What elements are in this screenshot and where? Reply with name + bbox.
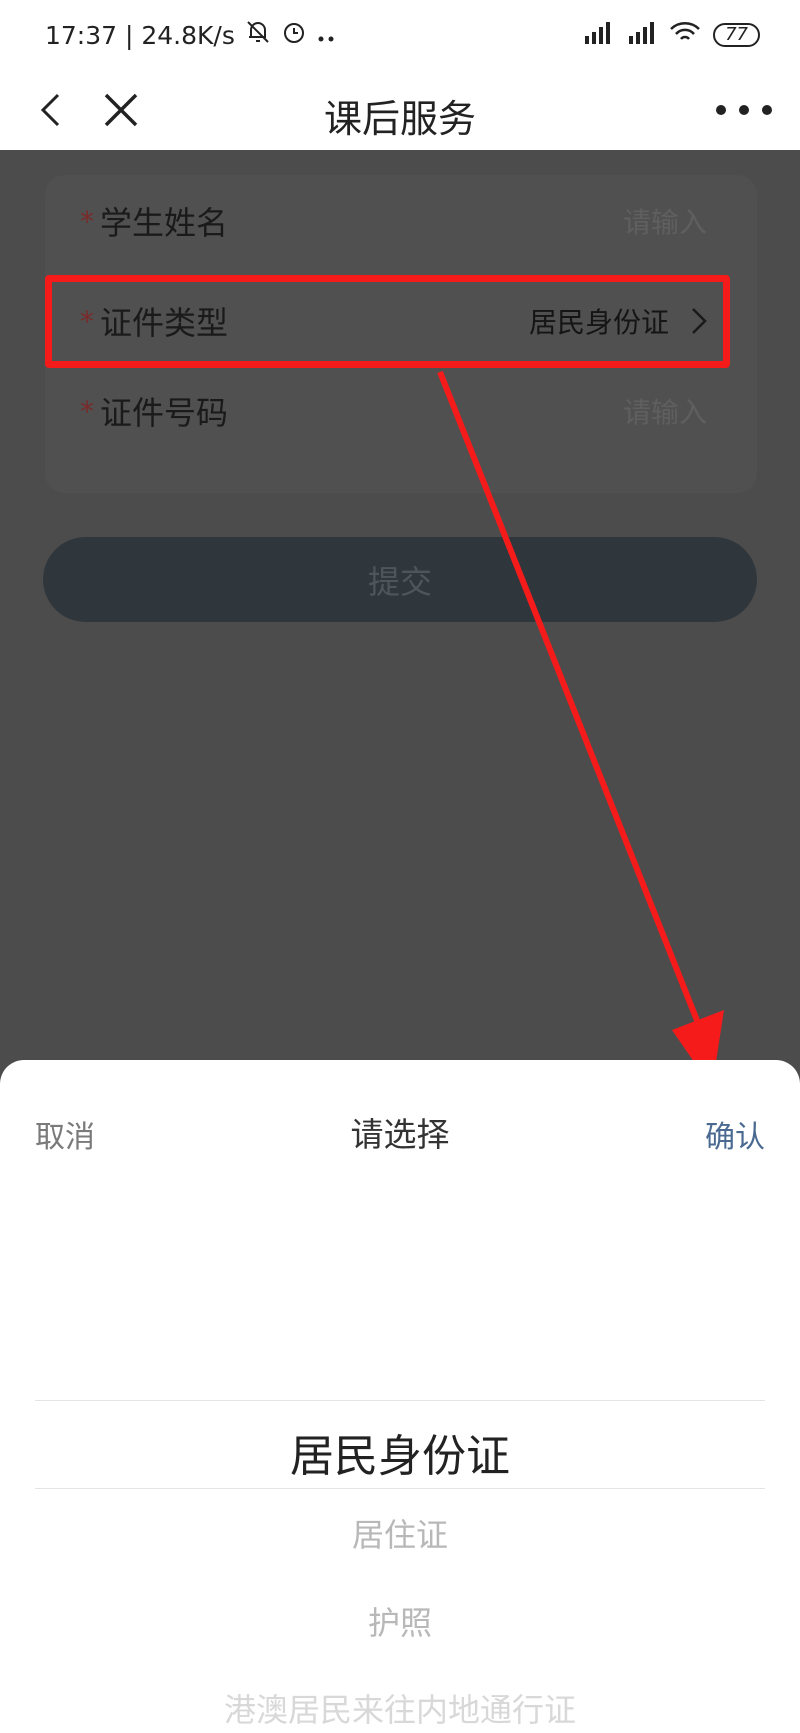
student-name-label: 学生姓名 — [100, 204, 229, 242]
picker-option-selected[interactable]: 居民身份证 — [0, 1420, 800, 1484]
picker-divider — [35, 1400, 765, 1401]
more-dot-icon — [762, 105, 772, 115]
status-bar: 17:37 | 24.8K/s 77 — [0, 0, 800, 70]
required-mark: * — [80, 394, 94, 428]
signal-hd-icon — [581, 20, 613, 50]
confirm-button[interactable]: 确认 — [705, 1112, 765, 1156]
status-right: 77 — [581, 20, 760, 50]
student-name-row[interactable]: * 学生姓名 请输入 — [45, 175, 757, 267]
id-number-input[interactable]: 请输入 — [623, 391, 707, 431]
status-left: 17:37 | 24.8K/s — [45, 19, 337, 51]
signal-icon — [625, 20, 657, 50]
status-time-speed: 17:37 | 24.8K/s — [45, 20, 235, 50]
nav-bar: 课后服务 — [0, 70, 800, 150]
id-number-row[interactable]: * 证件号码 请输入 — [45, 365, 757, 457]
picker-sheet: 取消 请选择 确认 居民身份证 居住证 护照 港澳居民来往内地通行证 — [0, 1060, 800, 1733]
wifi-icon — [669, 20, 701, 50]
annotation-highlight-box — [45, 275, 730, 368]
sheet-title: 请选择 — [350, 1115, 450, 1154]
bell-muted-icon — [245, 19, 271, 51]
id-number-label: 证件号码 — [100, 394, 229, 432]
picker-option[interactable]: 居住证 — [0, 1510, 800, 1556]
picker-option[interactable]: 护照 — [0, 1598, 800, 1644]
required-mark: * — [80, 204, 94, 238]
more-dot-icon — [716, 105, 726, 115]
submit-button[interactable]: 提交 — [43, 537, 757, 622]
battery-indicator: 77 — [713, 23, 760, 47]
more-menu-button[interactable] — [716, 96, 772, 124]
picker-divider — [35, 1488, 765, 1489]
more-notifications-icon — [317, 21, 337, 50]
page-title: 课后服务 — [323, 97, 476, 141]
alarm-icon — [281, 19, 307, 51]
picker-option[interactable]: 港澳居民来往内地通行证 — [0, 1685, 800, 1731]
student-name-input[interactable]: 请输入 — [623, 201, 707, 241]
more-dot-icon — [739, 105, 749, 115]
